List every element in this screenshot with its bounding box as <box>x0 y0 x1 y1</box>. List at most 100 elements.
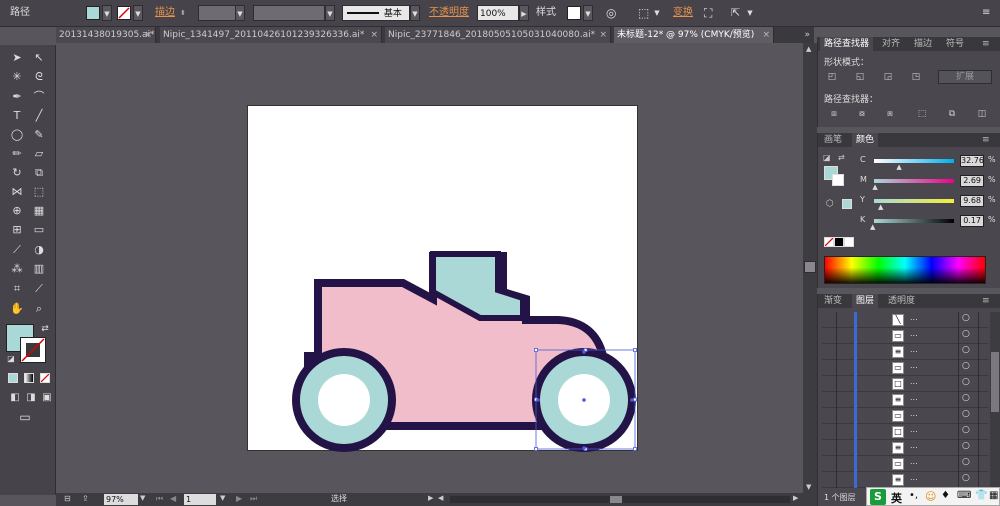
last-page-icon[interactable]: ⏭ <box>250 494 257 504</box>
close-icon[interactable]: × <box>144 27 152 43</box>
tab-brushes[interactable]: 画笔 <box>820 133 846 147</box>
graphic-style-dropdown-icon[interactable]: ▼ <box>583 5 593 21</box>
slider-thumb-icon[interactable]: ▲ <box>896 163 901 171</box>
paintbrush-tool-icon[interactable]: ✎ <box>30 127 48 143</box>
type-tool-icon[interactable]: T <box>8 108 26 124</box>
ime-keyboard-icon[interactable]: ⌨ <box>957 490 971 501</box>
vertical-scrollbar[interactable]: ▲ ▼ <box>803 43 817 493</box>
panel-menu-icon[interactable]: ≡ <box>978 37 994 51</box>
merge-icon[interactable]: ⧆ <box>882 107 898 121</box>
close-icon[interactable]: × <box>762 27 770 43</box>
pencil-tool-icon[interactable]: ✏ <box>8 146 26 162</box>
recolor-icon[interactable]: ◎ <box>606 5 616 21</box>
divide-icon[interactable]: ⧈ <box>826 107 842 121</box>
target-icon[interactable]: ○ <box>962 425 970 435</box>
layer-row[interactable]: ≡... ○ <box>822 440 988 456</box>
tab-layers[interactable]: 图层 <box>852 294 879 308</box>
scale-tool-icon[interactable]: ⧉ <box>30 165 48 181</box>
direct-selection-tool-icon[interactable]: ↖ <box>30 50 48 66</box>
blend-tool-icon[interactable]: ◑ <box>30 242 48 258</box>
scroll-down-icon[interactable]: ▼ <box>806 483 811 491</box>
layer-row[interactable]: ≡... ○ <box>822 472 988 488</box>
slice-tool-icon[interactable]: ⟋ <box>30 281 48 297</box>
hscroll-thumb[interactable] <box>610 496 622 503</box>
hand-tool-icon[interactable]: ✋ <box>8 301 26 317</box>
unite-icon[interactable]: ◰ <box>824 70 840 84</box>
none-mode-icon[interactable] <box>40 373 50 383</box>
symbol-sprayer-tool-icon[interactable]: ⁂ <box>8 261 26 277</box>
tab-color[interactable]: 颜色 <box>852 133 879 147</box>
target-icon[interactable]: ○ <box>962 441 970 451</box>
eyedropper-tool-icon[interactable]: ⟋ <box>8 242 26 258</box>
stroke-weight-dropdown-icon[interactable]: ▼ <box>235 5 245 21</box>
close-icon[interactable]: × <box>370 27 378 43</box>
layer-row[interactable]: □... ○ <box>822 376 988 392</box>
share-icon[interactable]: ⇪ <box>82 494 89 503</box>
page-dropdown-icon[interactable]: ▼ <box>220 494 225 502</box>
opacity-dropdown-icon[interactable]: ▶ <box>519 5 529 21</box>
ime-skin-icon[interactable]: 👕 <box>975 490 987 501</box>
minus-back-icon[interactable]: ◫ <box>974 107 990 121</box>
magic-wand-tool-icon[interactable]: ✳ <box>8 69 26 85</box>
white-swatch[interactable] <box>844 237 854 247</box>
cyan-value[interactable]: 32.76 <box>960 155 984 167</box>
next-page-icon[interactable]: ▶ <box>236 494 242 503</box>
ime-voice-icon[interactable]: ♦ <box>941 490 950 501</box>
intersect-icon[interactable]: ◲ <box>880 70 896 84</box>
tab-overflow-icon[interactable]: » <box>804 27 810 43</box>
artboard[interactable] <box>247 105 638 452</box>
stroke-style-dropdown-icon[interactable]: ▼ <box>410 5 420 21</box>
line-tool-icon[interactable]: ╱ <box>30 108 48 124</box>
slider-thumb-icon[interactable]: ▲ <box>870 223 875 231</box>
trim-icon[interactable]: ⧇ <box>854 107 870 121</box>
scroll-up-icon[interactable]: ▲ <box>806 45 811 53</box>
selection-tool-icon[interactable]: ➤ <box>8 50 26 66</box>
tab-stroke[interactable]: 描边 <box>910 37 936 51</box>
doc-tab-1[interactable]: 20131438019305.ai* × <box>56 27 156 43</box>
ellipse-tool-icon[interactable]: ◯ <box>8 127 26 143</box>
artboard-navigation-icon[interactable]: ⊟ <box>64 494 71 503</box>
target-icon[interactable]: ○ <box>962 313 970 323</box>
color-mode-icon[interactable] <box>8 373 18 383</box>
gradient-mode-icon[interactable] <box>24 373 34 383</box>
eraser-tool-icon[interactable]: ▱ <box>30 146 48 162</box>
shape-builder-tool-icon[interactable]: ⊕ <box>8 203 26 219</box>
stroke-label[interactable]: 描边 <box>155 5 175 21</box>
outline-icon[interactable]: ⧉ <box>944 107 960 121</box>
doc-tab-3[interactable]: Nipic_23771846_20180505105031040080.ai* × <box>385 27 611 43</box>
layer-row[interactable]: ≡... ○ <box>822 344 988 360</box>
black-swatch[interactable] <box>834 237 844 247</box>
stroke-weight-field[interactable] <box>198 5 236 21</box>
opacity-input[interactable]: 100% <box>477 5 519 21</box>
panel-menu-icon[interactable]: ≡ <box>978 133 994 147</box>
tab-pathfinder[interactable]: 路径查找器 <box>820 37 874 51</box>
black-slider[interactable] <box>874 219 954 223</box>
pen-tool-icon[interactable]: ✒ <box>8 89 26 105</box>
target-icon[interactable]: ○ <box>962 409 970 419</box>
ime-tools-icon[interactable]: ▦ <box>989 490 998 501</box>
first-page-icon[interactable]: ⏮ <box>156 494 163 504</box>
layer-row[interactable]: ╲... ○ <box>822 312 988 328</box>
layers-scroll-thumb[interactable] <box>991 352 999 412</box>
stroke-dropdown-icon[interactable]: ▼ <box>133 5 143 21</box>
screen-mode-icon[interactable]: ▭ <box>16 409 34 425</box>
align-icon[interactable]: ⬚ <box>638 5 649 21</box>
doc-tab-active[interactable]: 未标题-12* @ 97% (CMYK/预览) × <box>614 27 774 43</box>
scroll-thumb[interactable] <box>804 261 816 273</box>
hscroll-left-icon[interactable]: ◀ <box>438 494 443 502</box>
variable-width-field[interactable] <box>253 5 325 21</box>
opacity-label[interactable]: 不透明度 <box>429 5 469 21</box>
page-input[interactable]: 1 <box>184 494 216 505</box>
magenta-value[interactable]: 2.69 <box>960 175 984 187</box>
free-transform-tool-icon[interactable]: ⬚ <box>30 184 48 200</box>
stroke-style-field[interactable]: 基本 <box>342 5 410 21</box>
tab-symbols[interactable]: 符号 <box>942 37 968 51</box>
yellow-value[interactable]: 9.68 <box>960 195 984 207</box>
ime-punctuation-icon[interactable]: •, <box>909 490 918 501</box>
black-value[interactable]: 0.17 <box>960 215 984 227</box>
layer-row[interactable]: ▭... ○ <box>822 456 988 472</box>
target-icon[interactable]: ○ <box>962 361 970 371</box>
slider-thumb-icon[interactable]: ▲ <box>878 203 883 211</box>
tab-align[interactable]: 对齐 <box>878 37 904 51</box>
stroke-stepper-icon[interactable]: ⬍ <box>180 5 186 21</box>
